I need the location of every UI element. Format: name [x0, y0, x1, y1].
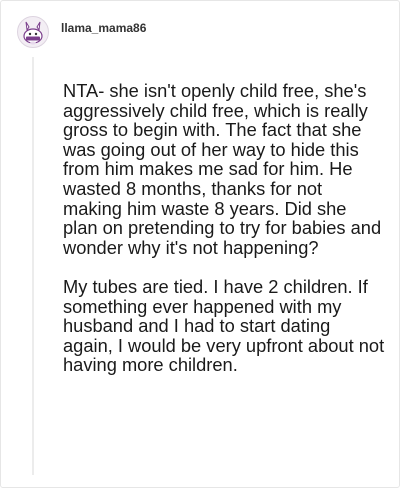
author-username[interactable]: llama_mama86: [61, 21, 146, 35]
llama-avatar-graphic: [23, 21, 43, 45]
comment-paragraph: NTA- she isn't openly child free, she's …: [63, 80, 382, 258]
comment-header: llama_mama86: [17, 15, 146, 49]
comment-body: NTA- she isn't openly child free, she's …: [63, 81, 385, 395]
comment-paragraph: My tubes are tied. I have 2 children. If…: [63, 275, 385, 376]
thread-line[interactable]: [32, 57, 34, 475]
llama-avatar-icon[interactable]: [17, 16, 49, 48]
comment-card: llama_mama86 NTA- she isn't openly child…: [0, 0, 400, 488]
